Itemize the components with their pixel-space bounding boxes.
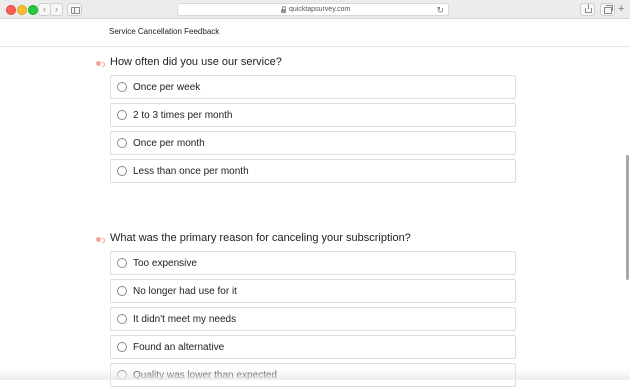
lock-icon [281, 6, 286, 13]
radio-unchecked-icon[interactable] [117, 166, 127, 176]
option-label: 2 to 3 times per month [133, 110, 233, 121]
question-text: What was the primary reason for cancelin… [110, 232, 411, 244]
required-indicator-icon [96, 237, 105, 243]
page-header: Service Cancellation Feedback [0, 19, 630, 47]
radio-unchecked-icon[interactable] [117, 314, 127, 324]
option-found-alternative[interactable]: Found an alternative [110, 335, 516, 359]
show-tabs-button[interactable] [600, 3, 615, 16]
forward-button[interactable]: › [50, 3, 63, 16]
page-scrollbar[interactable] [626, 155, 629, 280]
option-label: Once per month [133, 138, 205, 149]
question-text: How often did you use our service? [110, 56, 282, 68]
radio-unchecked-icon[interactable] [117, 110, 127, 120]
sidebar-icon [71, 7, 80, 14]
close-window-button[interactable] [6, 5, 16, 15]
share-button[interactable] [580, 3, 595, 16]
option-2-to-3-per-month[interactable]: 2 to 3 times per month [110, 103, 516, 127]
option-label: Once per week [133, 82, 201, 93]
bottom-shadow [0, 368, 630, 380]
share-icon [585, 4, 592, 13]
option-too-expensive[interactable]: Too expensive [110, 251, 516, 275]
reload-icon[interactable]: ↻ [436, 5, 444, 15]
required-indicator-icon [96, 61, 105, 67]
option-once-per-month[interactable]: Once per month [110, 131, 516, 155]
address-bar[interactable]: quicktapsurvey.com ↻ [177, 3, 449, 16]
minimize-window-button[interactable] [17, 5, 27, 15]
zoom-window-button[interactable] [28, 5, 38, 15]
radio-unchecked-icon[interactable] [117, 138, 127, 148]
radio-unchecked-icon[interactable] [117, 82, 127, 92]
new-tab-button[interactable]: + [618, 3, 624, 15]
sidebar-toggle-button[interactable] [67, 3, 82, 16]
url-text: quicktapsurvey.com [289, 6, 351, 13]
option-didnt-meet-needs[interactable]: It didn't meet my needs [110, 307, 516, 331]
radio-unchecked-icon[interactable] [117, 258, 127, 268]
option-less-than-once-per-month[interactable]: Less than once per month [110, 159, 516, 183]
option-label: Found an alternative [133, 342, 225, 353]
page-title: Service Cancellation Feedback [109, 27, 220, 36]
option-label: Too expensive [133, 258, 197, 269]
option-label: It didn't meet my needs [133, 314, 237, 325]
browser-toolbar: ‹ › quicktapsurvey.com ↻ + [0, 0, 630, 19]
radio-unchecked-icon[interactable] [117, 286, 127, 296]
option-label: No longer had use for it [133, 286, 237, 297]
tabs-icon [604, 5, 613, 14]
option-label: Less than once per month [133, 166, 249, 177]
radio-unchecked-icon[interactable] [117, 342, 127, 352]
option-once-per-week[interactable]: Once per week [110, 75, 516, 99]
option-no-longer-had-use[interactable]: No longer had use for it [110, 279, 516, 303]
